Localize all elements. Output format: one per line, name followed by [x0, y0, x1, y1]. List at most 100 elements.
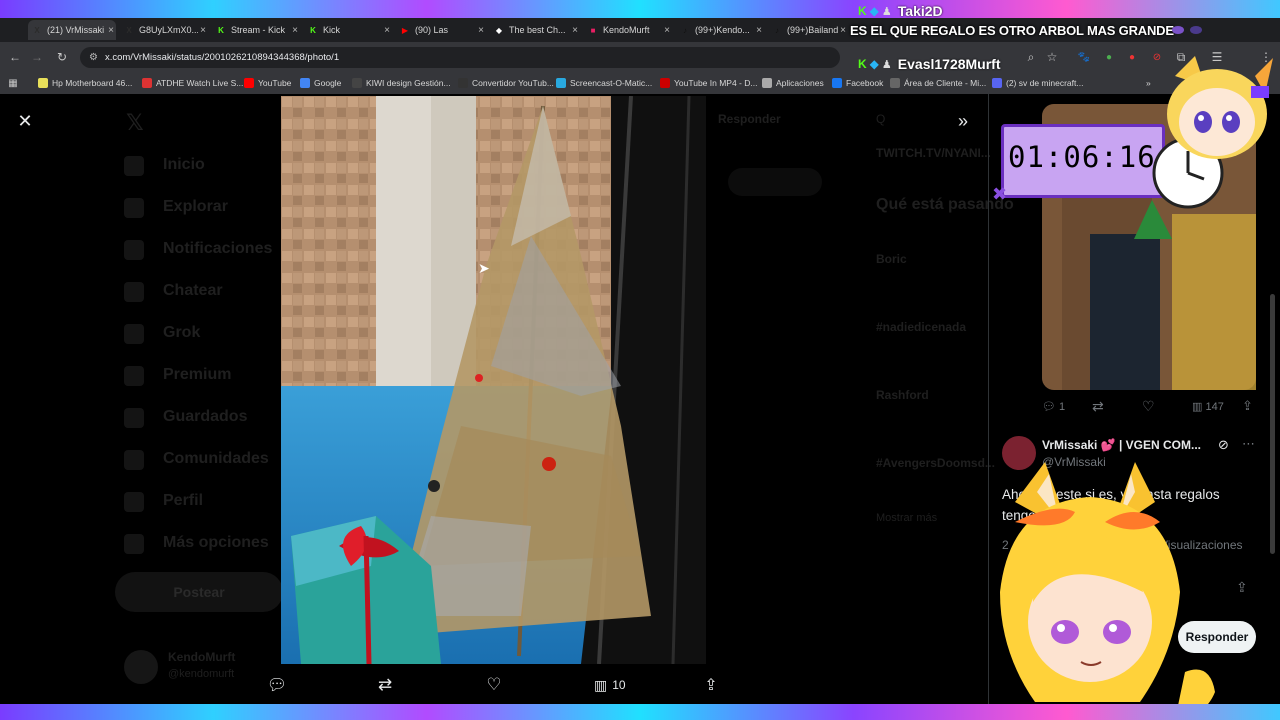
- bookmark-item[interactable]: Hp Motherboard 46...: [38, 75, 132, 91]
- trend-item[interactable]: #AvengersDoomsd...: [876, 456, 995, 470]
- reload-icon[interactable]: ↻: [53, 48, 71, 66]
- views-stat[interactable]: ▥ 10: [594, 674, 626, 696]
- author-name[interactable]: VrMissaki 💕 | VGEN COM...: [1042, 438, 1201, 452]
- repost-icon[interactable]: ⇄: [374, 674, 396, 696]
- sidebar-icon: [124, 198, 144, 218]
- bookmark-item[interactable]: Screencast-O-Matic...: [556, 75, 652, 91]
- close-icon[interactable]: ✕: [14, 110, 36, 132]
- reply-media-actions: 💬︎ 1 ⇄ ♡ ▥ 147 ⇪: [1042, 394, 1256, 418]
- tab-close-icon[interactable]: ×: [476, 25, 486, 36]
- tab-close-icon[interactable]: ×: [106, 25, 116, 36]
- tab-2[interactable]: X G8UyLXmX0... ×: [120, 20, 208, 40]
- bookmark-item[interactable]: ATDHE Watch Live S...: [142, 75, 243, 91]
- bookmark-item[interactable]: KIWI design Gestión...: [352, 75, 451, 91]
- bookmarks-overflow[interactable]: »: [1146, 75, 1151, 91]
- kick-badge-icon: K: [858, 4, 867, 18]
- x-logo-icon: 𝕏: [126, 110, 144, 135]
- tab-close-icon[interactable]: ×: [198, 25, 208, 36]
- tab-favicon-icon: ◆: [495, 25, 503, 35]
- tab-6[interactable]: ◆ The best Ch... ×: [490, 20, 580, 40]
- bookmark-item[interactable]: Convertidor YouTub...: [458, 75, 554, 91]
- tab-close-icon[interactable]: ×: [570, 25, 580, 36]
- sidebar-item-label[interactable]: Chatear: [163, 282, 223, 300]
- like-icon[interactable]: ♡: [483, 674, 505, 696]
- extension-icon-3[interactable]: ●: [1123, 48, 1141, 66]
- collapse-sidebar-icon[interactable]: »: [952, 110, 974, 132]
- chat-username-2: Evasl1728Murft: [897, 56, 1001, 72]
- address-bar[interactable]: ⚙ x.com/VrMissaki/status/200102621089434…: [80, 47, 840, 68]
- views-count[interactable]: ▥ 147: [1192, 400, 1224, 413]
- bookmark-star-icon[interactable]: ☆: [1043, 48, 1061, 66]
- sidebar-item-label[interactable]: Inicio: [163, 156, 205, 174]
- bookmark-item[interactable]: Google: [300, 75, 341, 91]
- tab-8[interactable]: ♪ (99+)Kendo... ×: [676, 20, 764, 40]
- bookmark-favicon-icon: [458, 78, 468, 88]
- extension-icon-1[interactable]: 🐾: [1075, 48, 1093, 66]
- tab-close-icon[interactable]: ×: [838, 25, 848, 36]
- tab-4[interactable]: K Kick ×: [304, 20, 392, 40]
- mod-badge-icon: ♟: [881, 5, 892, 18]
- sidebar-item-label[interactable]: Premium: [163, 366, 231, 384]
- bookmark-item[interactable]: Aplicaciones: [762, 75, 824, 91]
- tab-close-icon[interactable]: ×: [754, 25, 764, 36]
- alert-emote-icon: [1172, 26, 1184, 34]
- reply-count[interactable]: 💬︎ 1: [1042, 400, 1065, 413]
- repost-icon-2[interactable]: ⇄: [1092, 398, 1104, 415]
- sidebar-item-label[interactable]: Guardados: [163, 408, 247, 426]
- address-url: x.com/VrMissaki/status/20010262108943443…: [104, 52, 340, 63]
- extension-icon-2[interactable]: ●: [1100, 48, 1118, 66]
- apps-grid-icon[interactable]: ▦: [4, 74, 22, 92]
- forward-icon[interactable]: →: [28, 48, 46, 66]
- tab-7[interactable]: ■ KendoMurft ×: [584, 20, 672, 40]
- stream-alert-text: ES EL QUE REGALO ES OTRO ARBOL MAS GRAND…: [850, 23, 1174, 38]
- tab-title: (99+)Kendo...: [695, 25, 750, 35]
- bookmark-favicon-icon: [38, 78, 48, 88]
- tab-3[interactable]: K Stream - Kick ×: [212, 20, 300, 40]
- bookmark-item[interactable]: (2) sv de minecraft...: [992, 75, 1083, 91]
- avatar[interactable]: [124, 650, 158, 684]
- tab-close-icon[interactable]: ×: [290, 25, 300, 36]
- trends-hint: Q: [876, 112, 886, 126]
- share-icon-2[interactable]: ⇪: [1242, 398, 1253, 414]
- scrollbar[interactable]: [1270, 294, 1275, 554]
- more-options-icon[interactable]: ⋯: [1242, 436, 1255, 452]
- tab-favicon-icon: ♪: [683, 25, 687, 35]
- sidebar-item-label[interactable]: Notificaciones: [163, 240, 272, 258]
- sidebar-item-label[interactable]: Comunidades: [163, 450, 269, 468]
- share-icon[interactable]: ⇪: [700, 674, 722, 696]
- sidebar-icon: [124, 408, 144, 428]
- bookmark-item[interactable]: Área de Cliente - Mi...: [890, 75, 986, 91]
- sidebar-item-label[interactable]: Explorar: [163, 198, 228, 216]
- trend-item[interactable]: Rashford: [876, 388, 929, 402]
- bookmark-label: Hp Motherboard 46...: [52, 78, 133, 88]
- bookmark-item[interactable]: YouTube: [244, 75, 291, 91]
- bookmark-favicon-icon: [142, 78, 152, 88]
- tab-favicon-icon: ■: [590, 25, 596, 35]
- bookmark-item[interactable]: Facebook: [832, 75, 883, 91]
- tab-close-icon[interactable]: ×: [662, 25, 672, 36]
- bookmark-label: KIWI design Gestión...: [366, 78, 451, 88]
- tab-5[interactable]: ▶ (90) Las ×: [396, 20, 486, 40]
- trend-item[interactable]: #nadiedicenada: [876, 320, 966, 334]
- trends-more[interactable]: Mostrar más: [876, 512, 937, 524]
- tab-9[interactable]: ♪ (99+)Bailand...×: [768, 20, 848, 40]
- site-info-icon[interactable]: ⚙: [89, 52, 98, 63]
- tab-1[interactable]: X (21) VrMissaki ×: [28, 20, 116, 40]
- trend-item[interactable]: Boric: [876, 252, 907, 266]
- grok-icon[interactable]: ⊘: [1218, 437, 1229, 453]
- bookmark-item[interactable]: YouTube In MP4 - D...: [660, 75, 757, 91]
- bookmark-favicon-icon: [992, 78, 1002, 88]
- sidebar-item-label[interactable]: Más opciones: [163, 534, 269, 552]
- sidebar-item-label[interactable]: Perfil: [163, 492, 203, 510]
- back-icon[interactable]: ←: [6, 48, 24, 66]
- bookmark-favicon-icon: [660, 78, 670, 88]
- tab-favicon-icon: K: [310, 25, 316, 35]
- search-lens-icon[interactable]: ⌕: [1022, 48, 1040, 66]
- post-button[interactable]: Postear: [115, 572, 283, 612]
- share-icon-3[interactable]: ⇪: [1236, 579, 1248, 596]
- like-icon-2[interactable]: ♡: [1142, 398, 1155, 415]
- stream-overlay-bottom-border: [0, 704, 1280, 720]
- reply-icon[interactable]: 💬︎: [266, 674, 288, 696]
- sidebar-item-label[interactable]: Grok: [163, 324, 200, 342]
- tab-close-icon[interactable]: ×: [382, 25, 392, 36]
